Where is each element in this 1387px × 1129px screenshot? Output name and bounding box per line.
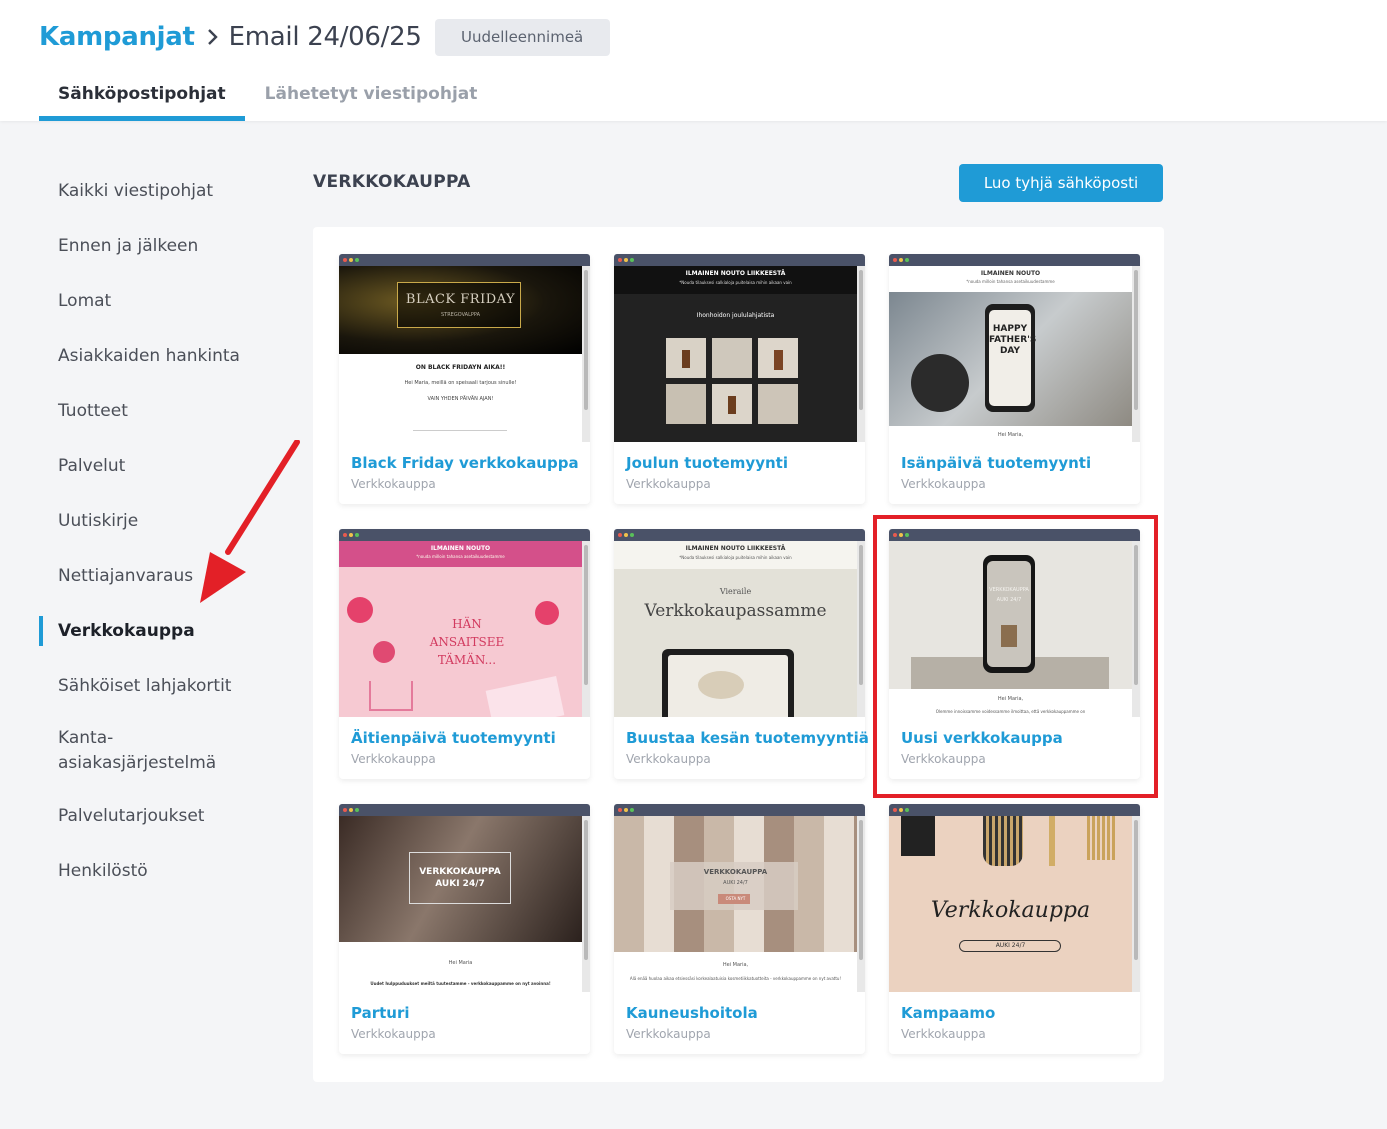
- sidebar-item-before-after[interactable]: Ennen ja jälkeen: [39, 218, 279, 273]
- template-card[interactable]: VERKKOKAUPPA AUKI 24/7 OSTA NYT Hei Mari…: [614, 804, 865, 1054]
- template-title[interactable]: Kampaamo: [901, 1004, 995, 1022]
- breadcrumb-campaigns-link[interactable]: Kampanjat: [39, 22, 195, 52]
- sidebar-item-webshop[interactable]: Verkkokauppa: [39, 603, 279, 658]
- template-preview: Verkkokauppa AUKI 24/7: [889, 816, 1132, 992]
- template-title[interactable]: Black Friday verkkokauppa: [351, 454, 579, 472]
- template-title[interactable]: Äitienpäivä tuotemyynti: [351, 729, 556, 747]
- template-category: Verkkokauppa: [351, 752, 436, 766]
- template-card[interactable]: ILMAINEN NOUTO *nouda milloin tahansa as…: [889, 254, 1140, 504]
- template-card[interactable]: VERKKOKAUPPA AUKI 24/7 Hei Maria Uudet h…: [339, 804, 590, 1054]
- red-arrow-annotation: [200, 440, 300, 603]
- window-bar: [614, 529, 865, 541]
- template-card[interactable]: VERKKOKAUPPA AUKI 24/7 Hei Maria, Olemme…: [889, 529, 1140, 779]
- template-title[interactable]: Joulun tuotemyynti: [626, 454, 788, 472]
- preview-scrollbar[interactable]: [1132, 541, 1140, 717]
- rename-button[interactable]: Uudelleennimeä: [434, 18, 610, 56]
- page-header: Kampanjat Email 24/06/25 Uudelleennimeä …: [0, 0, 1387, 121]
- template-preview: ILMAINEN NOUTO *nouda milloin tahansa as…: [339, 541, 582, 717]
- template-title[interactable]: Isänpäivä tuotemyynti: [901, 454, 1091, 472]
- template-title[interactable]: Kauneushoitola: [626, 1004, 758, 1022]
- template-preview: ILMAINEN NOUTO *nouda milloin tahansa as…: [889, 266, 1132, 442]
- template-title[interactable]: Buustaa kesän tuotemyyntiä: [626, 729, 869, 747]
- window-bar: [889, 254, 1140, 266]
- window-bar: [339, 529, 590, 541]
- sidebar-item-label: Kanta-asiakasjärjestelmä: [58, 727, 217, 773]
- sidebar-item-offers[interactable]: Palvelutarjoukset: [39, 788, 279, 843]
- sidebar-item-acquisition[interactable]: Asiakkaiden hankinta: [39, 328, 279, 383]
- template-category: Verkkokauppa: [626, 752, 711, 766]
- sidebar-item-holidays[interactable]: Lomat: [39, 273, 279, 328]
- window-bar: [614, 254, 865, 266]
- template-category: Verkkokauppa: [901, 752, 986, 766]
- template-preview: VERKKOKAUPPA AUKI 24/7 Hei Maria, Olemme…: [889, 541, 1132, 717]
- section-title: VERKKOKAUPPA: [313, 172, 471, 192]
- template-preview: ILMAINEN NOUTO LIIKKEESTÄ *Nouda tilauks…: [614, 266, 857, 442]
- template-category: Verkkokauppa: [351, 477, 436, 491]
- template-preview: ILMAINEN NOUTO LIIKKEESTÄ *Nouda tilauks…: [614, 541, 857, 717]
- template-title[interactable]: Uusi verkkokauppa: [901, 729, 1063, 747]
- preview-scrollbar[interactable]: [857, 816, 865, 992]
- preview-scrollbar[interactable]: [582, 541, 590, 717]
- template-card[interactable]: ILMAINEN NOUTO *nouda milloin tahansa as…: [339, 529, 590, 779]
- page-title: Email 24/06/25: [228, 22, 422, 52]
- window-bar: [614, 804, 865, 816]
- create-blank-email-button[interactable]: Luo tyhjä sähköposti: [959, 164, 1163, 202]
- template-title[interactable]: Parturi: [351, 1004, 410, 1022]
- template-category: Verkkokauppa: [351, 1027, 436, 1041]
- preview-scrollbar[interactable]: [582, 816, 590, 992]
- template-card[interactable]: BLACK FRIDAY STREGOVALPPA ON BLACK FRIDA…: [339, 254, 590, 504]
- window-bar: [339, 254, 590, 266]
- sidebar-item-loyalty[interactable]: Kanta-asiakasjärjestelmä: [39, 713, 279, 788]
- sidebar-item-staff[interactable]: Henkilöstö: [39, 843, 279, 898]
- sidebar-item-products[interactable]: Tuotteet: [39, 383, 279, 438]
- preview-scrollbar[interactable]: [1132, 266, 1140, 442]
- template-card[interactable]: ILMAINEN NOUTO LIIKKEESTÄ *Nouda tilauks…: [614, 529, 869, 779]
- window-bar: [889, 804, 1140, 816]
- window-bar: [889, 529, 1140, 541]
- tab-sent-templates[interactable]: Lähetetyt viestipohjat: [245, 72, 497, 121]
- tab-email-templates[interactable]: Sähköpostipohjat: [39, 72, 245, 121]
- breadcrumb: Kampanjat Email 24/06/25 Uudelleennimeä: [39, 18, 610, 56]
- template-preview: VERKKOKAUPPA AUKI 24/7 Hei Maria Uudet h…: [339, 816, 582, 992]
- template-preview: BLACK FRIDAY STREGOVALPPA ON BLACK FRIDA…: [339, 266, 582, 442]
- preview-scrollbar[interactable]: [582, 266, 590, 442]
- sidebar-item-gift-cards[interactable]: Sähköiset lahjakortit: [39, 658, 279, 713]
- tab-bar: Sähköpostipohjat Lähetetyt viestipohjat: [39, 72, 496, 121]
- template-card[interactable]: Verkkokauppa AUKI 24/7 Kampaamo Verkkoka…: [889, 804, 1140, 1054]
- template-category: Verkkokauppa: [626, 1027, 711, 1041]
- template-card[interactable]: ILMAINEN NOUTO LIIKKEESTÄ *Nouda tilauks…: [614, 254, 865, 504]
- sidebar-item-all[interactable]: Kaikki viestipohjat: [39, 163, 279, 218]
- templates-panel: BLACK FRIDAY STREGOVALPPA ON BLACK FRIDA…: [313, 227, 1164, 1082]
- template-category: Verkkokauppa: [901, 1027, 986, 1041]
- template-category: Verkkokauppa: [626, 477, 711, 491]
- template-category: Verkkokauppa: [901, 477, 986, 491]
- chevron-right-icon: [207, 27, 219, 47]
- preview-scrollbar[interactable]: [1132, 816, 1140, 992]
- preview-scrollbar[interactable]: [857, 266, 865, 442]
- template-preview: VERKKOKAUPPA AUKI 24/7 OSTA NYT Hei Mari…: [614, 816, 857, 992]
- preview-scrollbar[interactable]: [857, 541, 865, 717]
- window-bar: [339, 804, 590, 816]
